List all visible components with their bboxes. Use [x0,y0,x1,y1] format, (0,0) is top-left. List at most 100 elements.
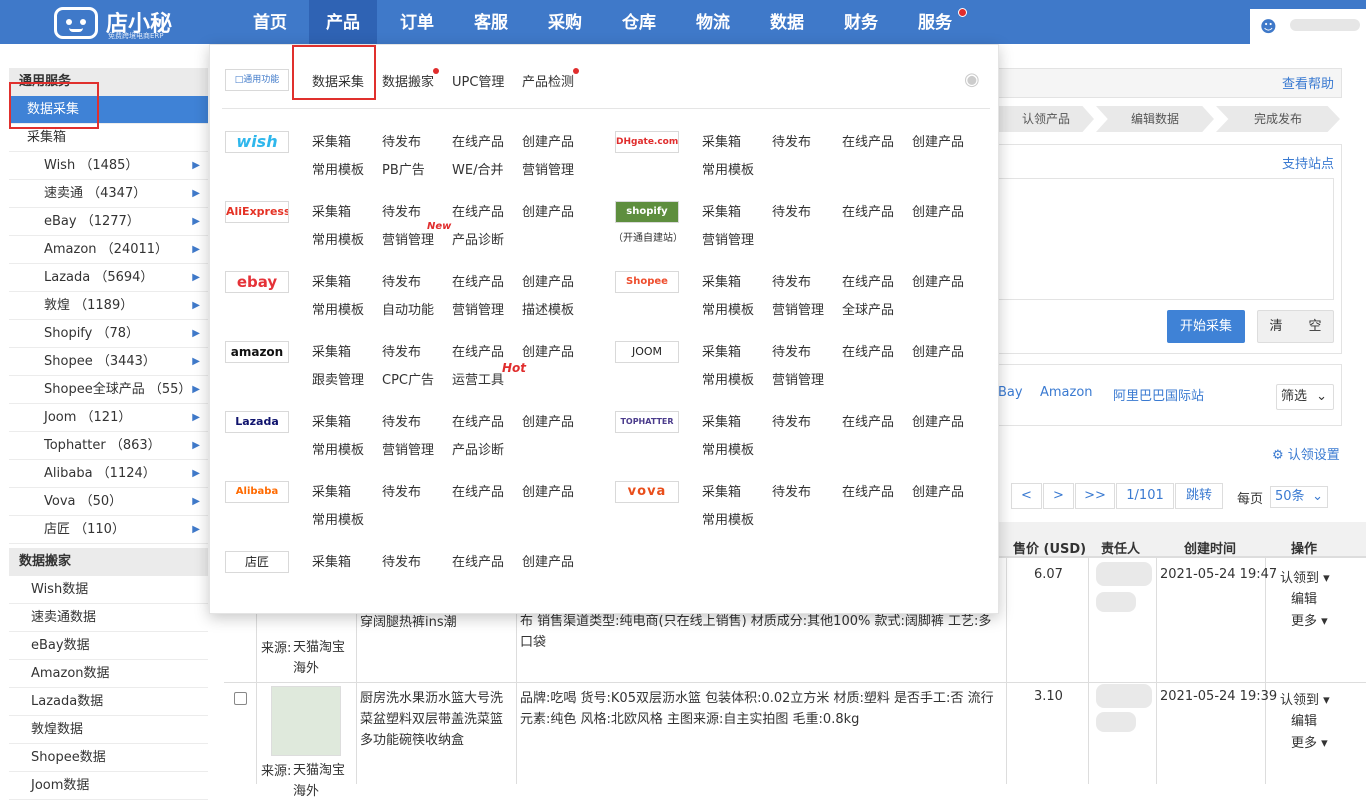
menu-link[interactable]: 跟卖管理 [312,369,364,388]
claim-to-dropdown[interactable]: 认领到 ▾ [1280,567,1330,586]
tab-data-move[interactable]: 数据搬家 [382,71,434,90]
menu-link[interactable]: 创建产品 [522,481,574,500]
menu-link[interactable]: 常用模板 [312,299,364,318]
menu-link[interactable]: 创建产品 [912,201,964,220]
menu-link[interactable]: 创建产品 [912,341,964,360]
sidebar-item-data-move[interactable]: Lazada数据 [9,688,208,716]
menu-link[interactable]: 创建产品 [522,551,574,570]
menu-link[interactable]: 创建产品 [912,411,964,430]
menu-link[interactable]: 待发布 [382,341,421,360]
menu-link[interactable]: 采集箱 [312,201,351,220]
sidebar-item-platform[interactable]: Shopee （3443） ▶ [9,348,208,376]
expand-arrow-icon[interactable]: ▶ [192,152,200,180]
menu-link[interactable]: 待发布 [772,411,811,430]
menu-link[interactable]: 营销管理 [522,159,574,178]
nav-product[interactable]: 产品 [309,0,377,44]
nav-warehouse[interactable]: 仓库 [609,0,669,44]
site-link-amazon[interactable]: Amazon [1040,385,1093,400]
menu-link[interactable]: 创建产品 [912,131,964,150]
menu-link[interactable]: 待发布 [772,271,811,290]
expand-arrow-icon[interactable]: ▶ [192,236,200,264]
menu-link[interactable]: 待发布 [772,341,811,360]
edit-link[interactable]: 编辑 [1291,588,1317,607]
expand-arrow-icon[interactable]: ▶ [192,376,200,404]
menu-link[interactable]: 在线产品 [452,271,504,290]
sidebar-item-platform[interactable]: Shopee全球产品 （55） ▶ [9,376,208,404]
nav-logistics[interactable]: 物流 [683,0,743,44]
platform-logo-lazada[interactable]: Lazada [225,411,289,433]
expand-arrow-icon[interactable]: ▶ [192,348,200,376]
sidebar-item-platform[interactable]: Lazada （5694） ▶ [9,264,208,292]
eye-icon[interactable]: ◉ [964,69,980,90]
menu-link[interactable]: 采集箱 [312,481,351,500]
platform-logo-shopee[interactable]: Shopee [615,271,679,293]
more-dropdown[interactable]: 更多 ▾ [1291,610,1328,629]
menu-link[interactable]: 常用模板 [312,439,364,458]
menu-link[interactable]: 待发布 [382,481,421,500]
menu-link[interactable]: 在线产品 [452,201,504,220]
menu-link[interactable]: 全球产品 [842,299,894,318]
menu-link[interactable]: 营销管理 [452,299,504,318]
site-link-ebay[interactable]: Bay [998,385,1023,400]
menu-link[interactable]: 常用模板 [312,229,364,248]
platform-logo-ebay[interactable]: ebay [225,271,289,293]
menu-link[interactable]: 采集箱 [702,481,741,500]
nav-services[interactable]: 服务 [905,0,965,44]
menu-link[interactable]: 采集箱 [702,131,741,150]
tab-product-check[interactable]: 产品检测 [522,71,574,90]
menu-link[interactable]: 采集箱 [312,341,351,360]
sidebar-item-platform[interactable]: Shopify （78） ▶ [9,320,208,348]
menu-link[interactable]: 运营工具 [452,369,504,388]
row-checkbox[interactable] [234,692,247,705]
menu-link[interactable]: 待发布 [382,131,421,150]
expand-arrow-icon[interactable]: ▶ [192,208,200,236]
expand-arrow-icon[interactable]: ▶ [192,320,200,348]
start-collect-button[interactable]: 开始采集 [1167,310,1245,343]
menu-link[interactable]: 创建产品 [522,341,574,360]
menu-link[interactable]: 采集箱 [702,411,741,430]
platform-logo-tophatter[interactable]: TOPHATTER [615,411,679,433]
clear-button[interactable]: 清 空 [1257,310,1334,343]
platform-logo-joom[interactable]: JOOM [615,341,679,363]
url-textarea[interactable] [998,178,1334,300]
sidebar-item-platform[interactable]: Joom （121） ▶ [9,404,208,432]
menu-link[interactable]: 自动功能 [382,299,434,318]
platform-logo-amazon[interactable]: amazon [225,341,289,363]
more-dropdown[interactable]: 更多 ▾ [1291,732,1328,751]
menu-link[interactable]: CPC广告 [382,369,434,388]
sidebar-item-data-move[interactable]: 敦煌数据 [9,716,208,744]
menu-link[interactable]: 创建产品 [522,131,574,150]
sidebar-item-platform[interactable]: 速卖通 （4347） ▶ [9,180,208,208]
sidebar-item-platform[interactable]: Wish （1485） ▶ [9,152,208,180]
menu-link[interactable]: 采集箱 [312,411,351,430]
nav-purchase[interactable]: 采购 [535,0,595,44]
menu-link[interactable]: 待发布 [382,551,421,570]
platform-logo-vova[interactable]: vova [615,481,679,503]
menu-link[interactable]: 在线产品 [842,201,894,220]
nav-finance[interactable]: 财务 [831,0,891,44]
platform-logo-wish[interactable]: wish [225,131,289,153]
menu-link[interactable]: 在线产品 [842,131,894,150]
menu-link[interactable]: WE/合并 [452,159,503,178]
menu-link[interactable]: 创建产品 [522,411,574,430]
menu-link[interactable]: 待发布 [772,201,811,220]
menu-link[interactable]: 在线产品 [452,481,504,500]
menu-link[interactable]: 描述模板 [522,299,574,318]
claim-to-dropdown[interactable]: 认领到 ▾ [1280,689,1330,708]
menu-link[interactable]: 在线产品 [842,481,894,500]
sidebar-item-data-move[interactable]: eBay数据 [9,632,208,660]
menu-link[interactable]: 待发布 [382,201,421,220]
menu-link[interactable]: 创建产品 [522,201,574,220]
expand-arrow-icon[interactable]: ▶ [192,292,200,320]
menu-link[interactable]: 创建产品 [522,271,574,290]
help-link[interactable]: 查看帮助 [1282,73,1334,92]
nav-customer-service[interactable]: 客服 [461,0,521,44]
expand-arrow-icon[interactable]: ▶ [192,264,200,292]
product-title[interactable]: 厨房洗水果沥水篮大号洗菜盆塑料双层带盖洗菜篮多功能碗筷收纳盒 [360,688,510,751]
menu-link[interactable]: 创建产品 [912,271,964,290]
menu-link[interactable]: 在线产品 [842,271,894,290]
platform-logo-shopify[interactable]: shopify [615,201,679,223]
menu-link[interactable]: 在线产品 [452,131,504,150]
menu-link[interactable]: 常用模板 [702,439,754,458]
platform-logo-dhgatecom[interactable]: DHgate.com [615,131,679,153]
